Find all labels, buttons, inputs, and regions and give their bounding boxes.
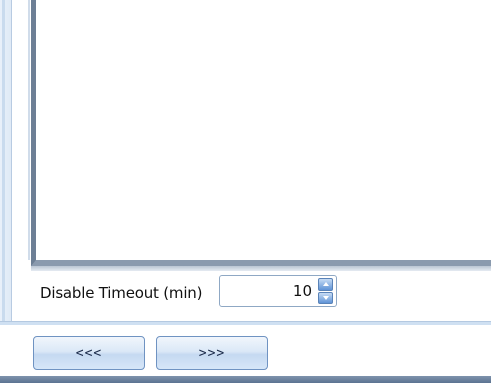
- stepper-buttons: [318, 278, 333, 304]
- chevron-up-icon: [322, 282, 329, 287]
- next-button[interactable]: >>>: [156, 336, 268, 370]
- previous-button[interactable]: <<<: [33, 336, 145, 370]
- increment-button[interactable]: [318, 278, 333, 291]
- chevron-down-icon: [322, 295, 329, 300]
- disable-timeout-label: Disable Timeout (min): [40, 284, 203, 302]
- window-bottom-border: [0, 376, 491, 383]
- content-panel-bottom-edge: [31, 266, 491, 271]
- disable-timeout-value[interactable]: 10: [220, 282, 318, 300]
- content-panel: [28, 0, 491, 266]
- disable-timeout-stepper[interactable]: 10: [219, 275, 337, 307]
- decrement-button[interactable]: [318, 291, 333, 304]
- outer-frame-left-border: [0, 0, 12, 322]
- outer-frame-bottom-border: [0, 321, 491, 325]
